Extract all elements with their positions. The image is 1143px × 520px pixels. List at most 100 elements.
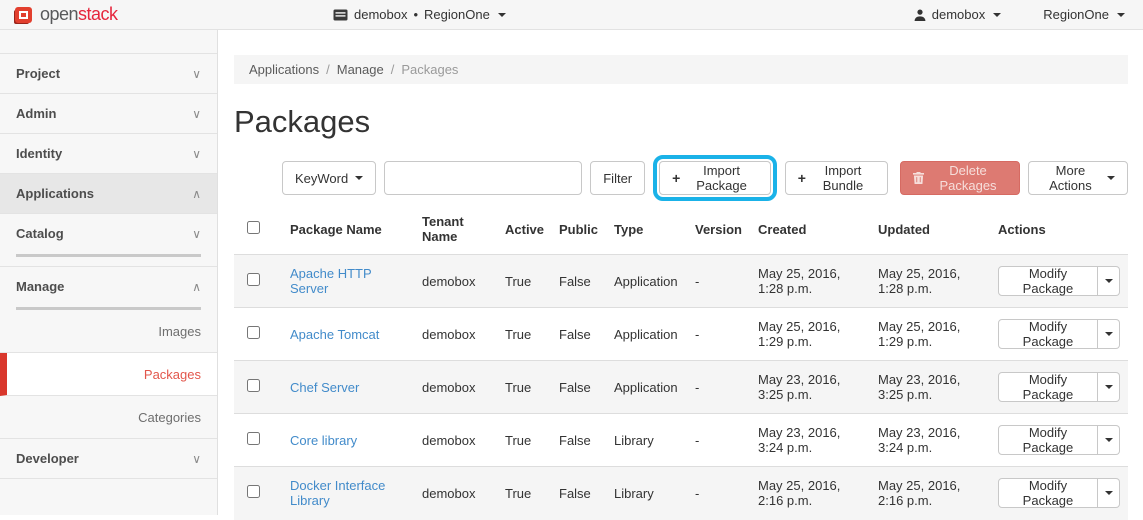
breadcrumb-separator: /	[326, 62, 330, 77]
cell-active: True	[497, 414, 551, 467]
caret-down-icon	[1105, 279, 1113, 283]
modify-package-button[interactable]: Modify Package	[998, 372, 1098, 402]
bullet-icon: •	[413, 7, 418, 22]
cell-tenant: demobox	[414, 308, 497, 361]
cell-type: Application	[606, 255, 687, 308]
cell-version: -	[687, 414, 750, 467]
cell-tenant: demobox	[414, 414, 497, 467]
package-link[interactable]: Chef Server	[290, 380, 359, 395]
more-actions-dropdown[interactable]: More Actions	[1028, 161, 1128, 195]
column-tenant-name: Tenant Name	[414, 204, 497, 255]
top-right-menus: demobox RegionOne	[914, 7, 1143, 22]
row-checkbox[interactable]	[247, 485, 260, 498]
switcher-project-label: demobox	[354, 7, 407, 22]
package-link[interactable]: Docker Interface Library	[290, 478, 385, 508]
sidebar: Project ∨ Admin ∨ Identity ∨ Application…	[0, 30, 218, 515]
sidebar-item-manage[interactable]: Manage ∧	[0, 267, 217, 307]
cell-active: True	[497, 255, 551, 308]
import-bundle-button[interactable]: + Import Bundle	[785, 161, 888, 195]
sidebar-item-identity[interactable]: Identity ∨	[0, 134, 217, 174]
cell-updated: May 23, 2016, 3:25 p.m.	[870, 361, 990, 414]
cell-version: -	[687, 361, 750, 414]
sidebar-item-label: Admin	[16, 94, 56, 134]
row-checkbox[interactable]	[247, 326, 260, 339]
sidebar-item-packages[interactable]: Packages	[0, 353, 217, 396]
select-all-checkbox[interactable]	[247, 221, 260, 234]
table-header-row: Package Name Tenant Name Active Public T…	[234, 204, 1128, 255]
packages-table: Package Name Tenant Name Active Public T…	[234, 204, 1128, 520]
cell-updated: May 25, 2016, 2:16 p.m.	[870, 467, 990, 520]
modify-package-button[interactable]: Modify Package	[998, 425, 1098, 455]
cell-active: True	[497, 361, 551, 414]
column-version: Version	[687, 204, 750, 255]
import-package-button[interactable]: + Import Package	[659, 161, 771, 195]
breadcrumb-manage[interactable]: Manage	[337, 62, 384, 77]
sidebar-top-strip	[0, 30, 217, 54]
sidebar-item-label: Applications	[16, 174, 94, 214]
top-header: openstack demobox • RegionOne demobox Re…	[0, 0, 1143, 30]
cell-public: False	[551, 467, 606, 520]
cell-tenant: demobox	[414, 467, 497, 520]
row-actions-dropdown[interactable]	[1098, 478, 1120, 508]
sidebar-item-applications[interactable]: Applications ∧	[0, 174, 217, 214]
sidebar-item-project[interactable]: Project ∨	[0, 54, 217, 94]
openstack-logo[interactable]: openstack	[0, 4, 218, 25]
modify-package-button[interactable]: Modify Package	[998, 478, 1098, 508]
sidebar-item-categories[interactable]: Categories	[0, 396, 217, 439]
chevron-down-icon: ∨	[192, 134, 201, 174]
column-public: Public	[551, 204, 606, 255]
caret-down-icon	[1117, 13, 1125, 17]
project-region-switcher[interactable]: demobox • RegionOne	[333, 7, 506, 22]
keyword-dropdown[interactable]: KeyWord	[282, 161, 376, 195]
search-input[interactable]	[384, 161, 582, 195]
row-checkbox[interactable]	[247, 273, 260, 286]
user-icon	[914, 9, 926, 21]
modify-package-button[interactable]: Modify Package	[998, 266, 1098, 296]
filter-button[interactable]: Filter	[590, 161, 645, 195]
modify-package-button[interactable]: Modify Package	[998, 319, 1098, 349]
package-link[interactable]: Core library	[290, 433, 357, 448]
caret-down-icon	[1105, 332, 1113, 336]
table-toolbar: KeyWord Filter + Import Package + Import…	[282, 161, 1128, 195]
user-menu[interactable]: demobox	[914, 7, 1001, 22]
row-checkbox[interactable]	[247, 432, 260, 445]
sidebar-item-label: Catalog	[16, 214, 64, 254]
sidebar-item-admin[interactable]: Admin ∨	[0, 94, 217, 134]
row-checkbox[interactable]	[247, 379, 260, 392]
region-menu-label: RegionOne	[1043, 7, 1109, 22]
cell-version: -	[687, 255, 750, 308]
chevron-down-icon: ∨	[192, 439, 201, 479]
sidebar-item-images[interactable]: Images	[0, 310, 217, 353]
row-actions-dropdown[interactable]	[1098, 425, 1120, 455]
cell-updated: May 25, 2016, 1:28 p.m.	[870, 255, 990, 308]
package-link[interactable]: Apache HTTP Server	[290, 266, 371, 296]
row-actions-dropdown[interactable]	[1098, 266, 1120, 296]
sidebar-item-label: Developer	[16, 439, 79, 479]
switcher-region-label: RegionOne	[424, 7, 490, 22]
column-type: Type	[606, 204, 687, 255]
cell-type: Library	[606, 414, 687, 467]
package-link[interactable]: Apache Tomcat	[290, 327, 379, 342]
sidebar-item-catalog[interactable]: Catalog ∨	[0, 214, 217, 254]
keyword-label: KeyWord	[295, 171, 348, 186]
sidebar-item-developer[interactable]: Developer ∨	[0, 439, 217, 479]
row-actions-dropdown[interactable]	[1098, 319, 1120, 349]
table-row: Apache HTTP Server demobox True False Ap…	[234, 255, 1128, 308]
more-actions-label: More Actions	[1041, 163, 1100, 193]
breadcrumb-packages: Packages	[401, 62, 458, 77]
cell-tenant: demobox	[414, 255, 497, 308]
table-row: Apache Tomcat demobox True False Applica…	[234, 308, 1128, 361]
region-menu[interactable]: RegionOne	[1043, 7, 1125, 22]
cell-active: True	[497, 308, 551, 361]
caret-down-icon	[993, 13, 1001, 17]
cell-type: Application	[606, 361, 687, 414]
delete-packages-button[interactable]: Delete Packages	[900, 161, 1020, 195]
caret-down-icon	[1105, 491, 1113, 495]
breadcrumb-applications[interactable]: Applications	[249, 62, 319, 77]
plus-icon: +	[672, 170, 680, 186]
cell-created: May 25, 2016, 1:29 p.m.	[750, 308, 870, 361]
cell-public: False	[551, 361, 606, 414]
cell-created: May 25, 2016, 2:16 p.m.	[750, 467, 870, 520]
row-actions-dropdown[interactable]	[1098, 372, 1120, 402]
project-switcher-icon	[333, 9, 348, 21]
